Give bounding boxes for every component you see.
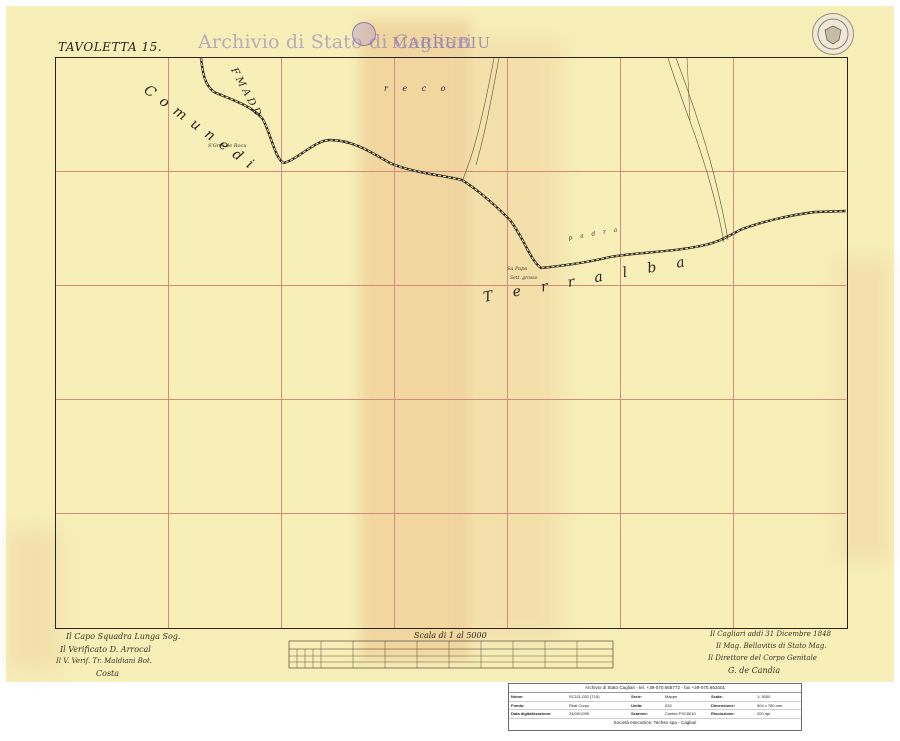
info-header: Archivio di Stato Cagliari - tel. +39-07… <box>509 684 801 693</box>
signature-left-line: Il Verificato D. Arrocal <box>60 645 151 654</box>
info-value: Contex FSC8010 <box>665 711 696 716</box>
info-value: 24/09/1999 <box>569 711 590 716</box>
info-key: Scala: <box>711 694 723 699</box>
info-value: 504 x 780 mm <box>757 702 783 708</box>
info-value: Mappe <box>665 694 678 699</box>
info-value: Real Corpo <box>569 702 590 708</box>
info-key: Dimensione: <box>711 702 736 708</box>
info-row: Nome: RC111-032 (T15) Serie: Mappe Scala… <box>509 693 801 702</box>
info-value: 032 <box>665 702 672 708</box>
signature-right-line: Il Cagliari addì 31 Dicembre 1848 <box>710 630 831 638</box>
info-value: 200 dpi <box>757 711 771 716</box>
signature-right-line: Il Direttore del Corpo Genitale <box>708 654 817 662</box>
info-key: Fondo: <box>511 702 525 708</box>
info-value: RC111-032 (T15) <box>569 694 600 699</box>
signature-left-line: Il Capo Squadra Lunga Sog. <box>66 632 181 641</box>
info-value: 1: 5000 <box>757 694 771 699</box>
info-key: Risoluzione: <box>711 711 735 716</box>
info-row: Data digitalizzazione: 24/09/1999 Scanne… <box>509 710 801 719</box>
archive-info-box: Archivio di Stato Cagliari - tel. +39-07… <box>508 683 802 731</box>
info-row: Fondo: Real Corpo Unità: 032 Dimensione:… <box>509 702 801 710</box>
signature-left-line: Il V. Verif. Tr. Maldiani Bot. <box>56 657 152 665</box>
signature-left-line: Costa <box>96 669 120 678</box>
info-key: Serie: <box>631 694 643 699</box>
info-key: Scanner: <box>631 711 649 716</box>
signature-right-line: G. de Candia <box>728 666 781 675</box>
info-footer: Società esecutrice: Techso spa - Cagliar… <box>613 719 697 725</box>
info-key: Unità: <box>631 702 643 708</box>
signature-right-line: Il Mag. Bellavitis di Stato Mag. <box>716 642 827 650</box>
map-sheet: TAVOLETTA 15. Archivio di Stato di Cagli… <box>0 0 900 741</box>
info-key: Nome: <box>511 694 524 699</box>
info-key: Data digitalizzazione: <box>511 711 552 716</box>
